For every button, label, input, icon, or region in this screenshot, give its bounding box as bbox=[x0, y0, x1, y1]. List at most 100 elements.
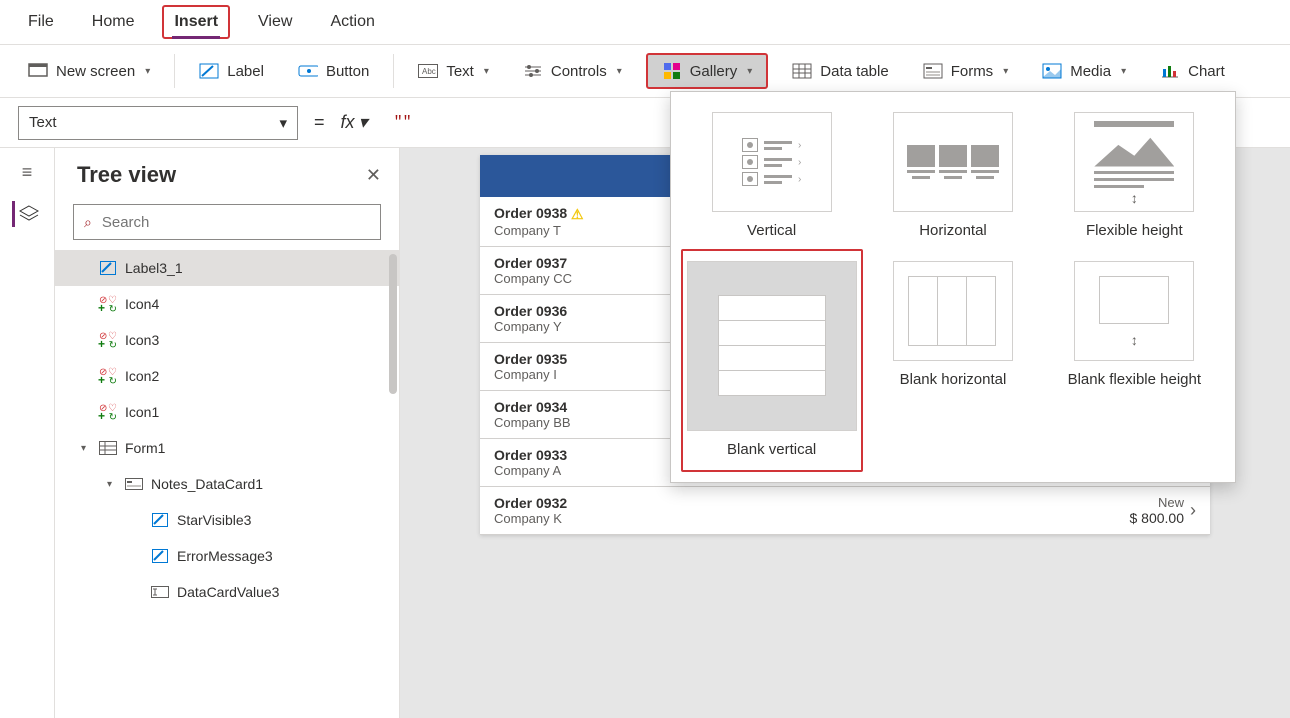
chevron-down-icon: ▾ bbox=[617, 66, 622, 77]
order-title: Order 0934 bbox=[494, 399, 571, 415]
formula-value[interactable]: "" bbox=[378, 114, 412, 131]
tree-item-label: Icon1 bbox=[125, 404, 159, 420]
tree-view-panel: Tree view ✕ ⌕ Label3_1 ⊘♡+↻Icon4⊘♡+↻Icon3… bbox=[55, 148, 400, 718]
charts-button[interactable]: Chart bbox=[1150, 55, 1235, 87]
order-company: Company CC bbox=[494, 271, 572, 286]
new-screen-button[interactable]: New screen ▾ bbox=[18, 55, 160, 87]
button-icon bbox=[298, 61, 318, 81]
separator bbox=[393, 54, 394, 88]
forms-icon bbox=[923, 61, 943, 81]
menu-insert[interactable]: Insert bbox=[162, 5, 230, 39]
property-dropdown[interactable]: Text ▾ bbox=[18, 106, 298, 140]
label-button[interactable]: Label bbox=[189, 55, 274, 87]
menu-home[interactable]: Home bbox=[82, 7, 145, 37]
flexible-thumb: ↕ bbox=[1074, 112, 1194, 212]
gallery-option-blank-horizontal[interactable]: Blank horizontal bbox=[868, 255, 1038, 466]
tree-item[interactable]: ⊘♡+↻Icon3 bbox=[55, 322, 399, 358]
chevron-down-icon: ▾ bbox=[279, 114, 287, 132]
tree-item-label: ErrorMessage3 bbox=[177, 548, 273, 564]
blank-flex-thumb: ↕ bbox=[1074, 261, 1194, 361]
tree-item[interactable]: ErrorMessage3 bbox=[55, 538, 399, 574]
gallery-button[interactable]: Gallery ▾ bbox=[646, 53, 769, 89]
panel-title: Tree view bbox=[77, 162, 176, 188]
separator bbox=[174, 54, 175, 88]
fx-button[interactable]: fx▾ bbox=[341, 112, 368, 133]
menu-view[interactable]: View bbox=[248, 7, 302, 37]
node-icon bbox=[99, 439, 117, 457]
gallery-label: Gallery bbox=[690, 63, 738, 80]
property-dropdown-value: Text bbox=[29, 114, 57, 131]
tree-item[interactable]: ▾ Notes_DataCard1 bbox=[55, 466, 399, 502]
warning-icon: ⚠ bbox=[567, 206, 583, 222]
order-company: Company T bbox=[494, 223, 584, 238]
horizontal-thumb bbox=[893, 112, 1013, 212]
node-icon: ⊘♡+↻ bbox=[99, 331, 117, 349]
gallery-option-label: Flexible height bbox=[1086, 222, 1183, 241]
node-icon: ⊘♡+↻ bbox=[99, 295, 117, 313]
equals-label: = bbox=[308, 112, 331, 133]
search-box[interactable]: ⌕ bbox=[73, 204, 381, 240]
gallery-option-blank-vertical[interactable]: Blank vertical bbox=[687, 255, 857, 466]
controls-button[interactable]: Controls ▾ bbox=[513, 55, 632, 87]
menu-action[interactable]: Action bbox=[320, 7, 384, 37]
tree-view-rail-button[interactable] bbox=[12, 201, 42, 227]
tree-item[interactable]: ⊘♡+↻ Icon1 bbox=[55, 394, 399, 430]
order-status: New bbox=[1130, 495, 1185, 510]
forms-button[interactable]: Forms ▾ bbox=[913, 55, 1019, 87]
tree-item[interactable]: StarVisible3 bbox=[55, 502, 399, 538]
chevron-down-icon: ▾ bbox=[1121, 66, 1126, 77]
list-item[interactable]: Order 0932Company KNew$ 800.00› bbox=[480, 487, 1210, 535]
twisty-icon[interactable]: ▾ bbox=[81, 443, 91, 454]
new-screen-label: New screen bbox=[56, 63, 135, 80]
order-company: Company Y bbox=[494, 319, 567, 334]
gallery-option-horizontal[interactable]: Horizontal bbox=[868, 106, 1038, 247]
order-title: Order 0932 bbox=[494, 495, 567, 511]
gallery-option-blank-flexible-height[interactable]: ↕ Blank flexible height bbox=[1049, 255, 1219, 466]
tree-item[interactable]: ⊘♡+↻Icon4 bbox=[55, 286, 399, 322]
tree-item[interactable]: ▾Form1 bbox=[55, 430, 399, 466]
order-company: Company K bbox=[494, 511, 567, 526]
tree-item-label: Notes_DataCard1 bbox=[151, 476, 263, 492]
menu-bar: File Home Insert View Action bbox=[0, 0, 1290, 44]
order-company: Company A bbox=[494, 463, 567, 478]
button-button[interactable]: Button bbox=[288, 55, 379, 87]
hamburger-icon[interactable]: ≡ bbox=[22, 162, 33, 183]
blank-horizontal-thumb bbox=[893, 261, 1013, 361]
node-icon: ⊘♡+↻ bbox=[99, 403, 117, 421]
data-table-button[interactable]: Data table bbox=[782, 55, 898, 87]
gallery-option-flexible-height[interactable]: ↕ Flexible height bbox=[1049, 106, 1219, 247]
forms-label: Forms bbox=[951, 63, 994, 80]
order-title: Order 0936 bbox=[494, 303, 567, 319]
tree-item[interactable]: DataCardValue3 bbox=[55, 574, 399, 610]
chevron-down-icon: ▾ bbox=[1003, 66, 1008, 77]
text-button[interactable]: Abc Text ▾ bbox=[408, 55, 499, 87]
resize-icon: ↕ bbox=[1131, 190, 1138, 206]
order-title: Order 0937 bbox=[494, 255, 572, 271]
scrollbar-thumb[interactable] bbox=[389, 254, 397, 394]
tree-list: Label3_1⊘♡+↻Icon4⊘♡+↻Icon3⊘♡+↻Icon2⊘♡+↻I… bbox=[55, 250, 399, 718]
controls-icon bbox=[523, 61, 543, 81]
twisty-icon[interactable]: ▾ bbox=[107, 479, 117, 490]
svg-text:Abc: Abc bbox=[422, 67, 436, 76]
gallery-option-vertical[interactable]: › › › Vertical bbox=[687, 106, 857, 247]
order-amount: $ 800.00 bbox=[1130, 510, 1185, 526]
chevron-down-icon: ▾ bbox=[145, 66, 150, 77]
media-icon bbox=[1042, 61, 1062, 81]
text-icon: Abc bbox=[418, 61, 438, 81]
order-title: Order 0933 bbox=[494, 447, 567, 463]
search-input[interactable] bbox=[100, 213, 370, 232]
gallery-option-label: Blank vertical bbox=[727, 441, 816, 460]
tree-item[interactable]: ⊘♡+↻Icon2 bbox=[55, 358, 399, 394]
label-label: Label bbox=[227, 63, 264, 80]
media-button[interactable]: Media ▾ bbox=[1032, 55, 1136, 87]
gallery-option-label: Horizontal bbox=[919, 222, 987, 241]
screen-icon bbox=[28, 61, 48, 81]
tree-item-label: Label3_1 bbox=[125, 260, 183, 276]
tree-item-label: Icon2 bbox=[125, 368, 159, 384]
ribbon: New screen ▾ Label Button Abc Text ▾ Con… bbox=[0, 44, 1290, 98]
tree-item[interactable]: Label3_1 bbox=[55, 250, 399, 286]
media-label: Media bbox=[1070, 63, 1111, 80]
close-icon[interactable]: ✕ bbox=[366, 165, 381, 186]
menu-file[interactable]: File bbox=[18, 7, 64, 37]
vertical-thumb: › › › bbox=[712, 112, 832, 212]
